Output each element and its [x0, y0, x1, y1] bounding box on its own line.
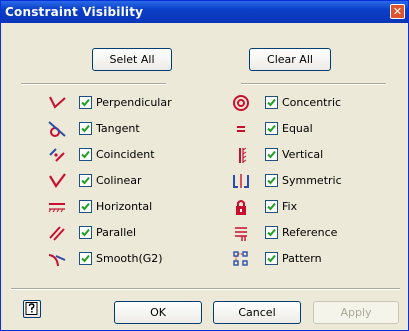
title-bar: Constraint Visibility ✕	[1, 1, 408, 23]
constraint-row-pattern: Pattern	[1, 249, 409, 269]
help-button[interactable]	[23, 300, 41, 318]
symmetric-icon	[230, 171, 252, 191]
check-mark-icon	[267, 124, 276, 133]
pattern-icon	[230, 249, 252, 269]
close-icon[interactable]: ✕	[390, 4, 405, 19]
constraint-visibility-dialog: Constraint Visibility ✕ Selet All Clear …	[0, 0, 409, 331]
check-mark-icon	[267, 98, 276, 107]
vertical-icon	[230, 145, 252, 165]
equal-icon	[230, 119, 252, 139]
help-icon	[25, 302, 38, 315]
fix-icon	[230, 197, 252, 217]
constraint-row-symmetric: Symmetric	[1, 171, 409, 191]
check-mark-icon	[267, 150, 276, 159]
checkbox-equal[interactable]	[265, 122, 278, 135]
separator-left	[21, 83, 166, 85]
constraint-row-equal: Equal	[1, 119, 409, 139]
check-mark-icon	[267, 202, 276, 211]
constraint-label: Pattern	[282, 252, 322, 265]
bottom-separator	[11, 288, 400, 290]
ok-button[interactable]: OK	[114, 301, 202, 324]
clear-all-button[interactable]: Clear All	[249, 48, 331, 71]
constraint-label: Concentric	[282, 96, 342, 109]
checkbox-symmetric[interactable]	[265, 174, 278, 187]
cancel-button[interactable]: Cancel	[213, 301, 301, 324]
apply-button[interactable]: Apply	[313, 301, 399, 324]
constraint-label: Symmetric	[282, 174, 342, 187]
separator-right	[241, 83, 386, 85]
constraint-row-concentric: Concentric	[1, 93, 409, 113]
constraint-label: Fix	[282, 200, 298, 213]
constraint-row-fix: Fix	[1, 197, 409, 217]
window-title: Constraint Visibility	[5, 5, 144, 19]
check-mark-icon	[267, 176, 276, 185]
constraint-label: Equal	[282, 122, 313, 135]
checkbox-pattern[interactable]	[265, 252, 278, 265]
constraint-row-reference: Reference	[1, 223, 409, 243]
constraint-row-vertical: Vertical	[1, 145, 409, 165]
check-mark-icon	[267, 254, 276, 263]
concentric-icon	[230, 93, 252, 113]
checkbox-concentric[interactable]	[265, 96, 278, 109]
checkbox-reference[interactable]	[265, 226, 278, 239]
constraint-label: Reference	[282, 226, 338, 239]
reference-icon	[230, 223, 252, 243]
constraint-label: Vertical	[282, 148, 324, 161]
check-mark-icon	[267, 228, 276, 237]
checkbox-vertical[interactable]	[265, 148, 278, 161]
checkbox-fix[interactable]	[265, 200, 278, 213]
select-all-button[interactable]: Selet All	[92, 48, 172, 71]
